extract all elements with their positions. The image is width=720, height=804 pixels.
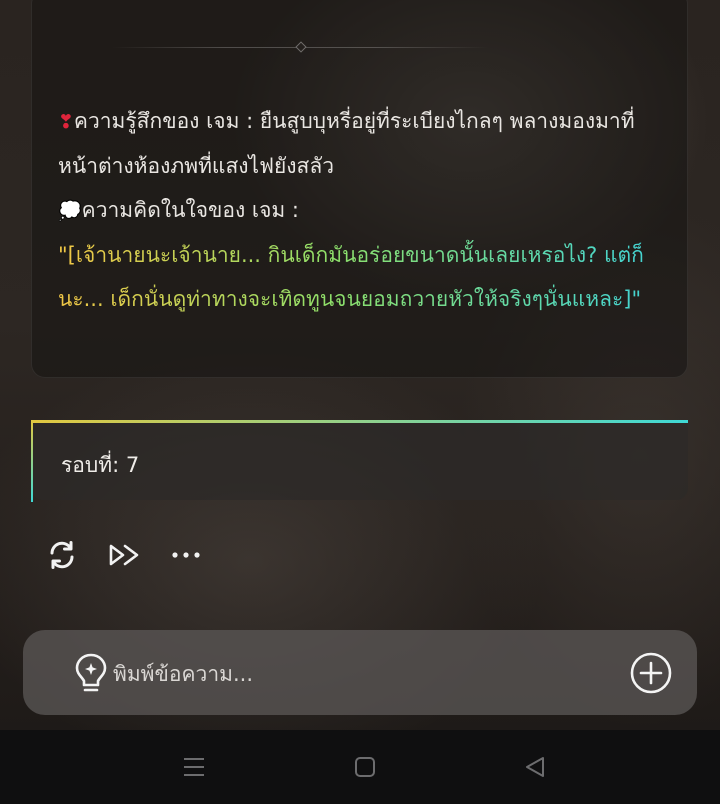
lightbulb-icon [75, 653, 107, 692]
round-indicator: รอบที่: 7 [31, 420, 688, 502]
thought-heading-line: 💭ความคิดในใจของ เจม : [58, 188, 668, 233]
continue-button[interactable] [106, 537, 142, 573]
round-label: รอบที่: 7 [61, 453, 140, 477]
fast-forward-icon [109, 544, 139, 566]
recent-apps-button[interactable] [179, 754, 209, 780]
system-navigation-bar [0, 730, 720, 804]
thought-text: "[เจ้านายนะเจ้านาย... กินเด็กมันอร่อยขนา… [58, 233, 668, 321]
add-button[interactable] [629, 651, 673, 695]
story-text: ❣ความรู้สึกของ เจม : ยืนสูบบุหรี่อยู่ที่… [58, 99, 668, 321]
suggestion-button[interactable] [69, 650, 113, 696]
plus-circle-icon [630, 652, 672, 694]
message-composer [23, 630, 697, 715]
home-square-icon [355, 757, 375, 777]
message-actions [44, 535, 230, 575]
more-options-button[interactable] [168, 537, 204, 573]
heart-exclamation-icon: ❣ [58, 111, 74, 133]
back-button[interactable] [520, 754, 550, 780]
home-button[interactable] [350, 754, 380, 780]
message-card: ❣ความรู้สึกของ เจม : ยืนสูบบุหรี่อยู่ที่… [31, 0, 688, 378]
regenerate-button[interactable] [44, 537, 80, 573]
back-triangle-icon [526, 757, 544, 777]
thought-heading: ความคิดในใจของ เจม : [81, 198, 299, 222]
diamond-icon [295, 41, 307, 53]
menu-icon [184, 758, 204, 776]
more-dots-icon [172, 552, 200, 558]
feeling-line: ❣ความรู้สึกของ เจม : ยืนสูบบุหรี่อยู่ที่… [58, 99, 668, 188]
thought-bubble-icon: 💭 [58, 200, 82, 222]
refresh-icon [50, 541, 74, 569]
message-input[interactable] [111, 652, 615, 696]
feeling-text: ความรู้สึกของ เจม : ยืนสูบบุหรี่อยู่ที่ร… [58, 109, 635, 178]
